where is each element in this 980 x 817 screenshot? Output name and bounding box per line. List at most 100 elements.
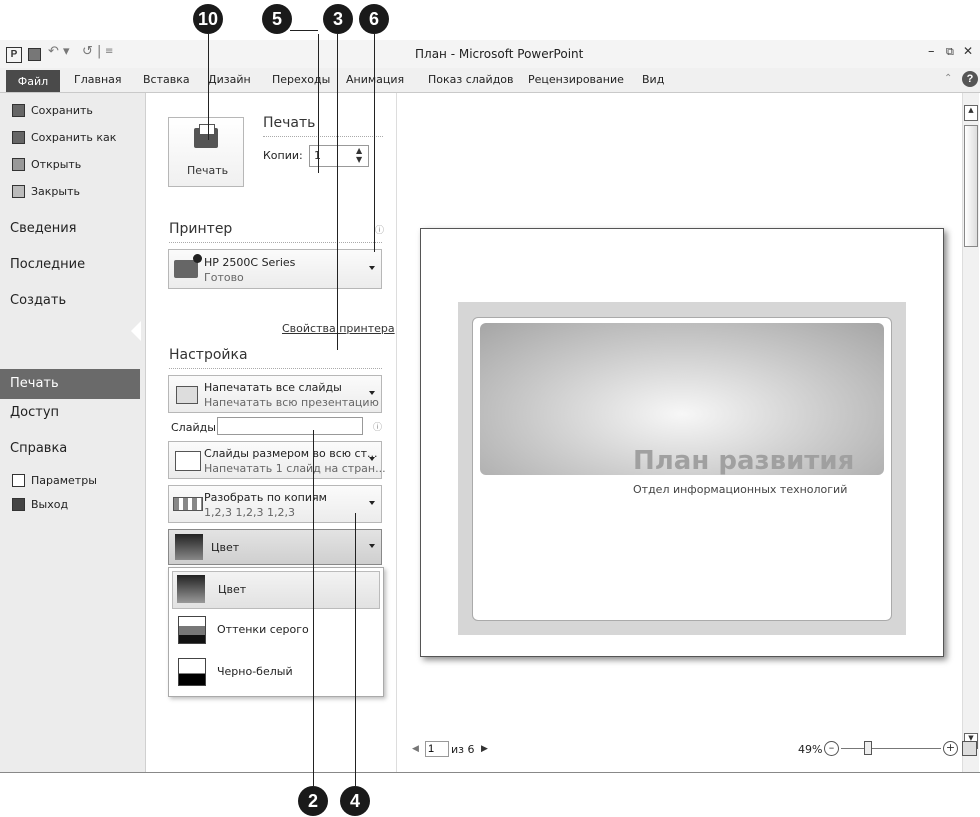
backstage-sidebar: Сохранить Сохранить как Открыть Закрыть … [0,93,146,772]
quick-save-icon[interactable] [28,48,41,61]
info-icon: ⓘ [373,423,383,433]
title-bar: P ↶ ▾ ↺ | ≡ План - Microsoft PowerPoint … [0,40,980,68]
color-option-label: Оттенки серого [217,623,309,636]
color-dropdown[interactable]: Цвет [168,529,382,565]
print-button[interactable]: Печать [168,117,244,187]
callout-6: 6 [359,4,389,34]
next-page-icon[interactable]: ▶ [481,744,488,754]
chevron-down-icon [369,544,375,548]
color-option-bw[interactable]: Черно-белый [172,654,378,690]
slide-background: План развития Отдел информационных техно… [458,302,906,635]
slides-input[interactable] [217,417,363,435]
tab-animation[interactable]: Анимация [346,73,404,86]
zoom-out-icon[interactable]: – [824,741,839,756]
print-settings-panel: Печать Печать Копии: 1 ▲▼ Принтер ⓘ HP 2… [146,93,397,772]
copies-label: Копии: [263,149,303,162]
save-as-icon [12,131,25,144]
settings-section-title: Настройка [169,347,248,363]
printer-paper [199,124,215,135]
sidebar-item-close[interactable]: Закрыть [12,185,80,198]
chevron-down-icon [369,391,375,395]
page-of: из 6 [451,743,475,756]
sidebar-item-label: Параметры [31,474,97,487]
stepper-arrows-icon[interactable]: ▲ ▼ [356,146,362,164]
fit-icon[interactable] [962,741,977,756]
sidebar-item-info[interactable]: Сведения [10,221,77,236]
sidebar-item-save-as[interactable]: Сохранить как [12,131,116,144]
zoom-in-icon[interactable]: + [943,741,958,756]
page-number-input[interactable] [425,741,449,757]
ribbon-tabs: Файл Главная Вставка Дизайн Переходы Ани… [0,68,980,93]
close-window-icon[interactable]: ✕ [963,44,973,58]
range-title: Напечатать все слайды [204,381,342,394]
sidebar-item-help[interactable]: Справка [10,441,67,456]
collate-dropdown[interactable]: Разобрать по копиям 1,2,3 1,2,3 1,2,3 [168,485,382,523]
bw-swatch-icon [178,658,206,686]
color-option-color[interactable]: Цвет [172,571,380,609]
sidebar-item-options[interactable]: Параметры [12,474,97,487]
slide-card: План развития Отдел информационных техно… [472,317,892,621]
tab-insert[interactable]: Вставка [143,73,190,86]
scroll-thumb[interactable] [964,125,978,247]
collate-icon [173,497,203,511]
zoom-slider-thumb[interactable] [864,741,872,755]
callout-5-line-h [290,30,318,31]
callout-3: 3 [323,4,353,34]
customize-qat-icon[interactable]: ≡ [105,46,113,57]
zoom-slider[interactable] [841,748,941,749]
tab-design[interactable]: Дизайн [208,73,251,86]
tab-home[interactable]: Главная [74,73,122,86]
redo-icon[interactable]: ↺ | [82,44,101,59]
sidebar-item-recent[interactable]: Последние [10,257,85,272]
tab-view[interactable]: Вид [642,73,664,86]
layout-dropdown[interactable]: Слайды размером во всю ст... Напечатать … [168,441,386,479]
divider [263,136,383,137]
collate-title: Разобрать по копиям [204,491,327,504]
divider [169,368,382,369]
prev-page-icon[interactable]: ◀ [412,744,419,754]
sidebar-item-exit[interactable]: Выход [12,498,68,511]
callout-10: 10 [193,4,223,34]
chevron-down-icon [369,266,375,270]
tab-file[interactable]: Файл [6,70,60,92]
preview-scrollbar[interactable]: ▲ ▼ [962,93,979,772]
tab-transitions[interactable]: Переходы [272,73,330,86]
sidebar-item-label: Сохранить как [31,131,117,144]
sidebar-item-label: Сохранить [31,104,93,117]
print-button-label: Печать [187,164,229,177]
minimize-icon[interactable]: – [928,44,935,59]
minimize-ribbon-icon[interactable]: ⌃ [944,73,952,84]
printer-properties-link[interactable]: Свойства принтера [282,322,395,335]
ready-check-icon [193,254,202,263]
open-icon [12,158,25,171]
sidebar-item-label: Закрыть [31,185,80,198]
callout-10-line [208,34,209,140]
restore-icon[interactable]: ⧉ [946,45,954,59]
color-option-grayscale[interactable]: Оттенки серого [172,612,378,648]
callout-3-line [337,34,338,350]
app-logo-icon: P [6,47,22,63]
help-icon[interactable]: ? [962,71,978,87]
scroll-up-icon[interactable]: ▲ [964,105,978,121]
full-page-slide-icon [175,451,201,471]
zoom-level[interactable]: 49% [798,743,822,756]
layout-title: Слайды размером во всю ст... [204,447,378,460]
undo-icon[interactable]: ↶ ▾ [48,44,70,59]
sidebar-item-new[interactable]: Создать [10,293,66,308]
tab-slideshow[interactable]: Показ слайдов [428,73,514,86]
print-header: Печать [263,115,316,131]
print-range-dropdown[interactable]: Напечатать все слайды Напечатать всю пре… [168,375,382,413]
printer-icon [174,260,198,278]
range-subtitle: Напечатать всю презентацию [204,396,379,409]
sidebar-item-print[interactable]: Печать [0,369,140,399]
options-icon [12,474,25,487]
slide-title: План развития [633,446,855,476]
sidebar-item-share[interactable]: Доступ [10,405,59,420]
sidebar-item-save[interactable]: Сохранить [12,104,93,117]
color-menu: Цвет Оттенки серого Черно-белый [168,567,384,697]
printer-section-title: Принтер [169,221,233,237]
tab-review[interactable]: Рецензирование [528,73,624,86]
printer-dropdown[interactable]: HP 2500C Series Готово [168,249,382,289]
sidebar-item-open[interactable]: Открыть [12,158,81,171]
active-notch [131,321,141,341]
